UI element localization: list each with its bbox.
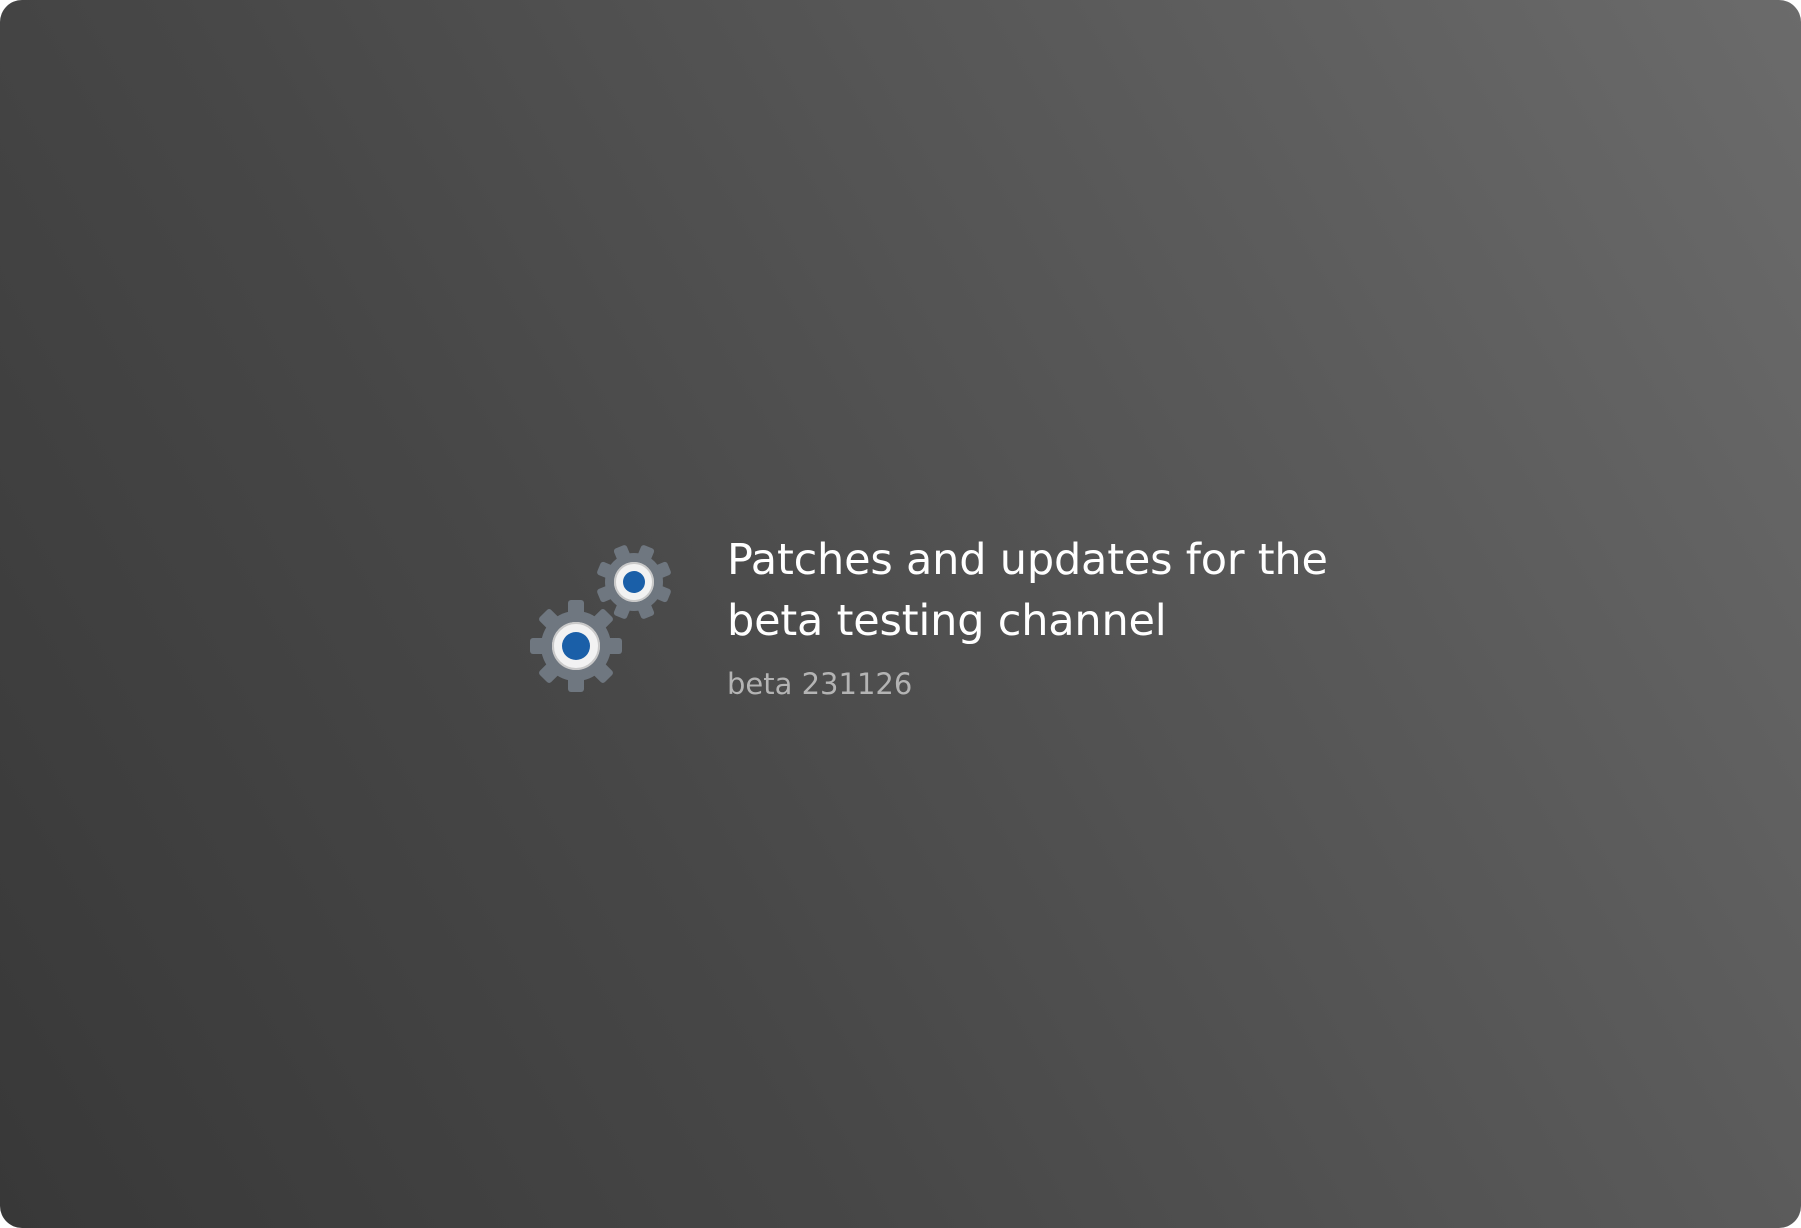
small-gear-icon <box>597 545 671 619</box>
update-version: beta 231126 <box>727 667 913 701</box>
update-title: Patches and updates for the beta testing… <box>727 535 1328 646</box>
gears-icon <box>528 530 673 692</box>
update-text: Patches and updates for the beta testing… <box>727 530 1347 702</box>
update-card: Patches and updates for the beta testing… <box>0 0 1801 1228</box>
update-content: Patches and updates for the beta testing… <box>528 530 1347 702</box>
